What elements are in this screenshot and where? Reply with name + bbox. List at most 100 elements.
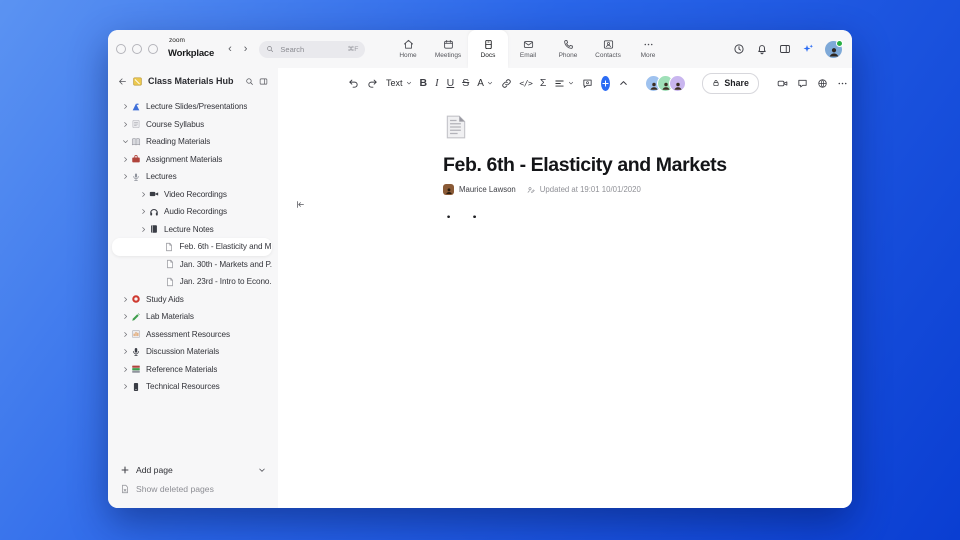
sidebar-item-icon [131,172,141,182]
add-page-button[interactable]: Add page [120,460,266,479]
chevron-icon[interactable] [120,103,130,110]
window-control-icon[interactable] [148,44,158,54]
search-input[interactable] [278,43,327,55]
person-icon [673,81,683,91]
redo-button[interactable] [367,78,378,89]
chevron-icon[interactable] [120,138,130,145]
back-arrow-icon[interactable] [118,77,127,86]
desktop-background: zoom Workplace ‹ › ⌘F Home Meetings [0,0,960,540]
nav-back-icon[interactable]: ‹ [228,43,232,55]
bold-button[interactable]: B [420,77,428,89]
app-tab[interactable]: More [628,30,668,68]
sidebar-item[interactable]: Course Syllabus [112,116,272,134]
search-icon [266,45,274,53]
sidebar-item[interactable]: Lectures [112,168,272,186]
sidebar-item-icon [164,242,174,252]
collapse-toolbar-button[interactable] [618,78,629,89]
app-tab-label: Contacts [595,52,621,59]
collaborator-avatar[interactable] [669,74,687,92]
brand-logo: zoom Workplace [168,36,214,61]
italic-button[interactable]: I [435,78,439,89]
side-panel-icon[interactable] [779,43,791,55]
sidebar-search-icon[interactable] [245,77,254,86]
link-button[interactable] [501,78,512,89]
notifications-bell-icon[interactable] [756,43,768,55]
sidebar-item[interactable]: Lab Materials [112,308,272,326]
user-avatar[interactable] [825,39,843,58]
sidebar-item-icon [165,259,175,269]
app-tab[interactable]: Home [388,30,428,68]
sidebar-item[interactable]: Audio Recordings [112,203,272,221]
window-controls[interactable] [116,44,158,54]
sidebar-item[interactable]: Lecture Slides/Presentations [112,98,272,116]
more-options-icon[interactable] [837,78,848,89]
sidebar-item-icon [131,102,141,112]
sidebar-item-icon [131,329,141,339]
window-control-icon[interactable] [116,44,126,54]
chevron-down-icon[interactable] [258,466,266,474]
app-tab[interactable]: Docs [468,30,508,68]
chevron-icon[interactable] [120,296,130,303]
sidebar-item[interactable]: Discussion Materials [112,343,272,361]
sidebar-item[interactable]: Technical Resources [112,378,272,396]
chevron-icon[interactable] [120,313,130,320]
text-color-dropdown[interactable]: A [477,78,493,89]
sidebar-item[interactable]: Assignment Materials [112,151,272,169]
sidebar-panel-icon[interactable] [259,77,268,86]
sidebar-item[interactable]: Study Aids [112,291,272,309]
chevron-icon[interactable] [120,121,130,128]
app-tab[interactable]: Phone [548,30,588,68]
sidebar-item[interactable]: Assessment Resources [112,326,272,344]
text-style-dropdown[interactable]: Text [386,78,412,88]
sidebar-item-label: Technical Resources [146,382,220,392]
code-button[interactable]: </> [519,79,532,88]
chevron-icon[interactable] [120,383,130,390]
strikethrough-button[interactable]: S [462,77,469,89]
chevron-icon[interactable] [138,208,148,215]
brand-zoom: zoom [169,36,185,44]
equation-button[interactable]: Σ [540,77,547,89]
sidebar-item[interactable]: Jan. 23rd - Intro to Econo... [112,273,272,291]
chat-bubble-icon[interactable] [797,78,808,89]
chevron-icon[interactable] [120,156,130,163]
underline-button[interactable]: U [447,77,455,89]
sidebar-item[interactable]: Reference Materials [112,361,272,379]
chevron-icon[interactable] [120,366,130,373]
align-list-dropdown[interactable] [554,78,574,89]
document-page[interactable]: Feb. 6th - Elasticity and Markets Mauric… [443,96,791,222]
document-byline: Maurice Lawson Updated at 19:01 10/01/20… [443,184,791,195]
sidebar-item[interactable]: Feb. 6th - Elasticity and M... [112,238,272,256]
sidebar-item[interactable]: Reading Materials [112,133,272,151]
sidebar-item[interactable]: Jan. 30th - Markets and P... [112,256,272,274]
comment-button[interactable] [582,78,593,89]
chevron-icon[interactable] [138,226,148,233]
sidebar-item[interactable]: Lecture Notes [112,221,272,239]
chevron-icon[interactable] [138,191,148,198]
app-tab[interactable]: Email [508,30,548,68]
undo-button[interactable] [348,78,359,89]
sidebar-item[interactable]: Video Recordings [112,186,272,204]
globe-icon[interactable] [817,78,828,89]
hub-notebook-icon [132,76,143,87]
video-camera-icon[interactable] [777,78,788,89]
history-clock-icon[interactable] [733,43,745,55]
chevron-down-icon [487,80,493,86]
window-control-icon[interactable] [132,44,142,54]
collaborator-avatars[interactable] [645,74,687,92]
insert-plus-button[interactable] [601,75,611,91]
share-button[interactable]: Share [702,72,759,94]
app-tab[interactable]: Meetings [428,30,468,68]
chevron-icon[interactable] [120,331,130,338]
chevron-down-icon [568,80,574,86]
app-tab[interactable]: Contacts [588,30,628,68]
ai-companion-sparkle-icon[interactable] [802,43,814,55]
show-deleted-pages-button[interactable]: Show deleted pages [120,479,266,498]
collapse-outline-icon[interactable] [296,200,305,209]
chevron-icon[interactable] [120,348,130,355]
global-search[interactable]: ⌘F [259,40,366,58]
zoom-workplace-window: zoom Workplace ‹ › ⌘F Home Meetings [108,30,852,508]
document-title[interactable]: Feb. 6th - Elasticity and Markets [443,154,791,177]
chevron-icon[interactable] [120,173,130,180]
nav-forward-icon[interactable]: › [244,43,248,55]
sidebar-item-label: Study Aids [146,294,184,304]
